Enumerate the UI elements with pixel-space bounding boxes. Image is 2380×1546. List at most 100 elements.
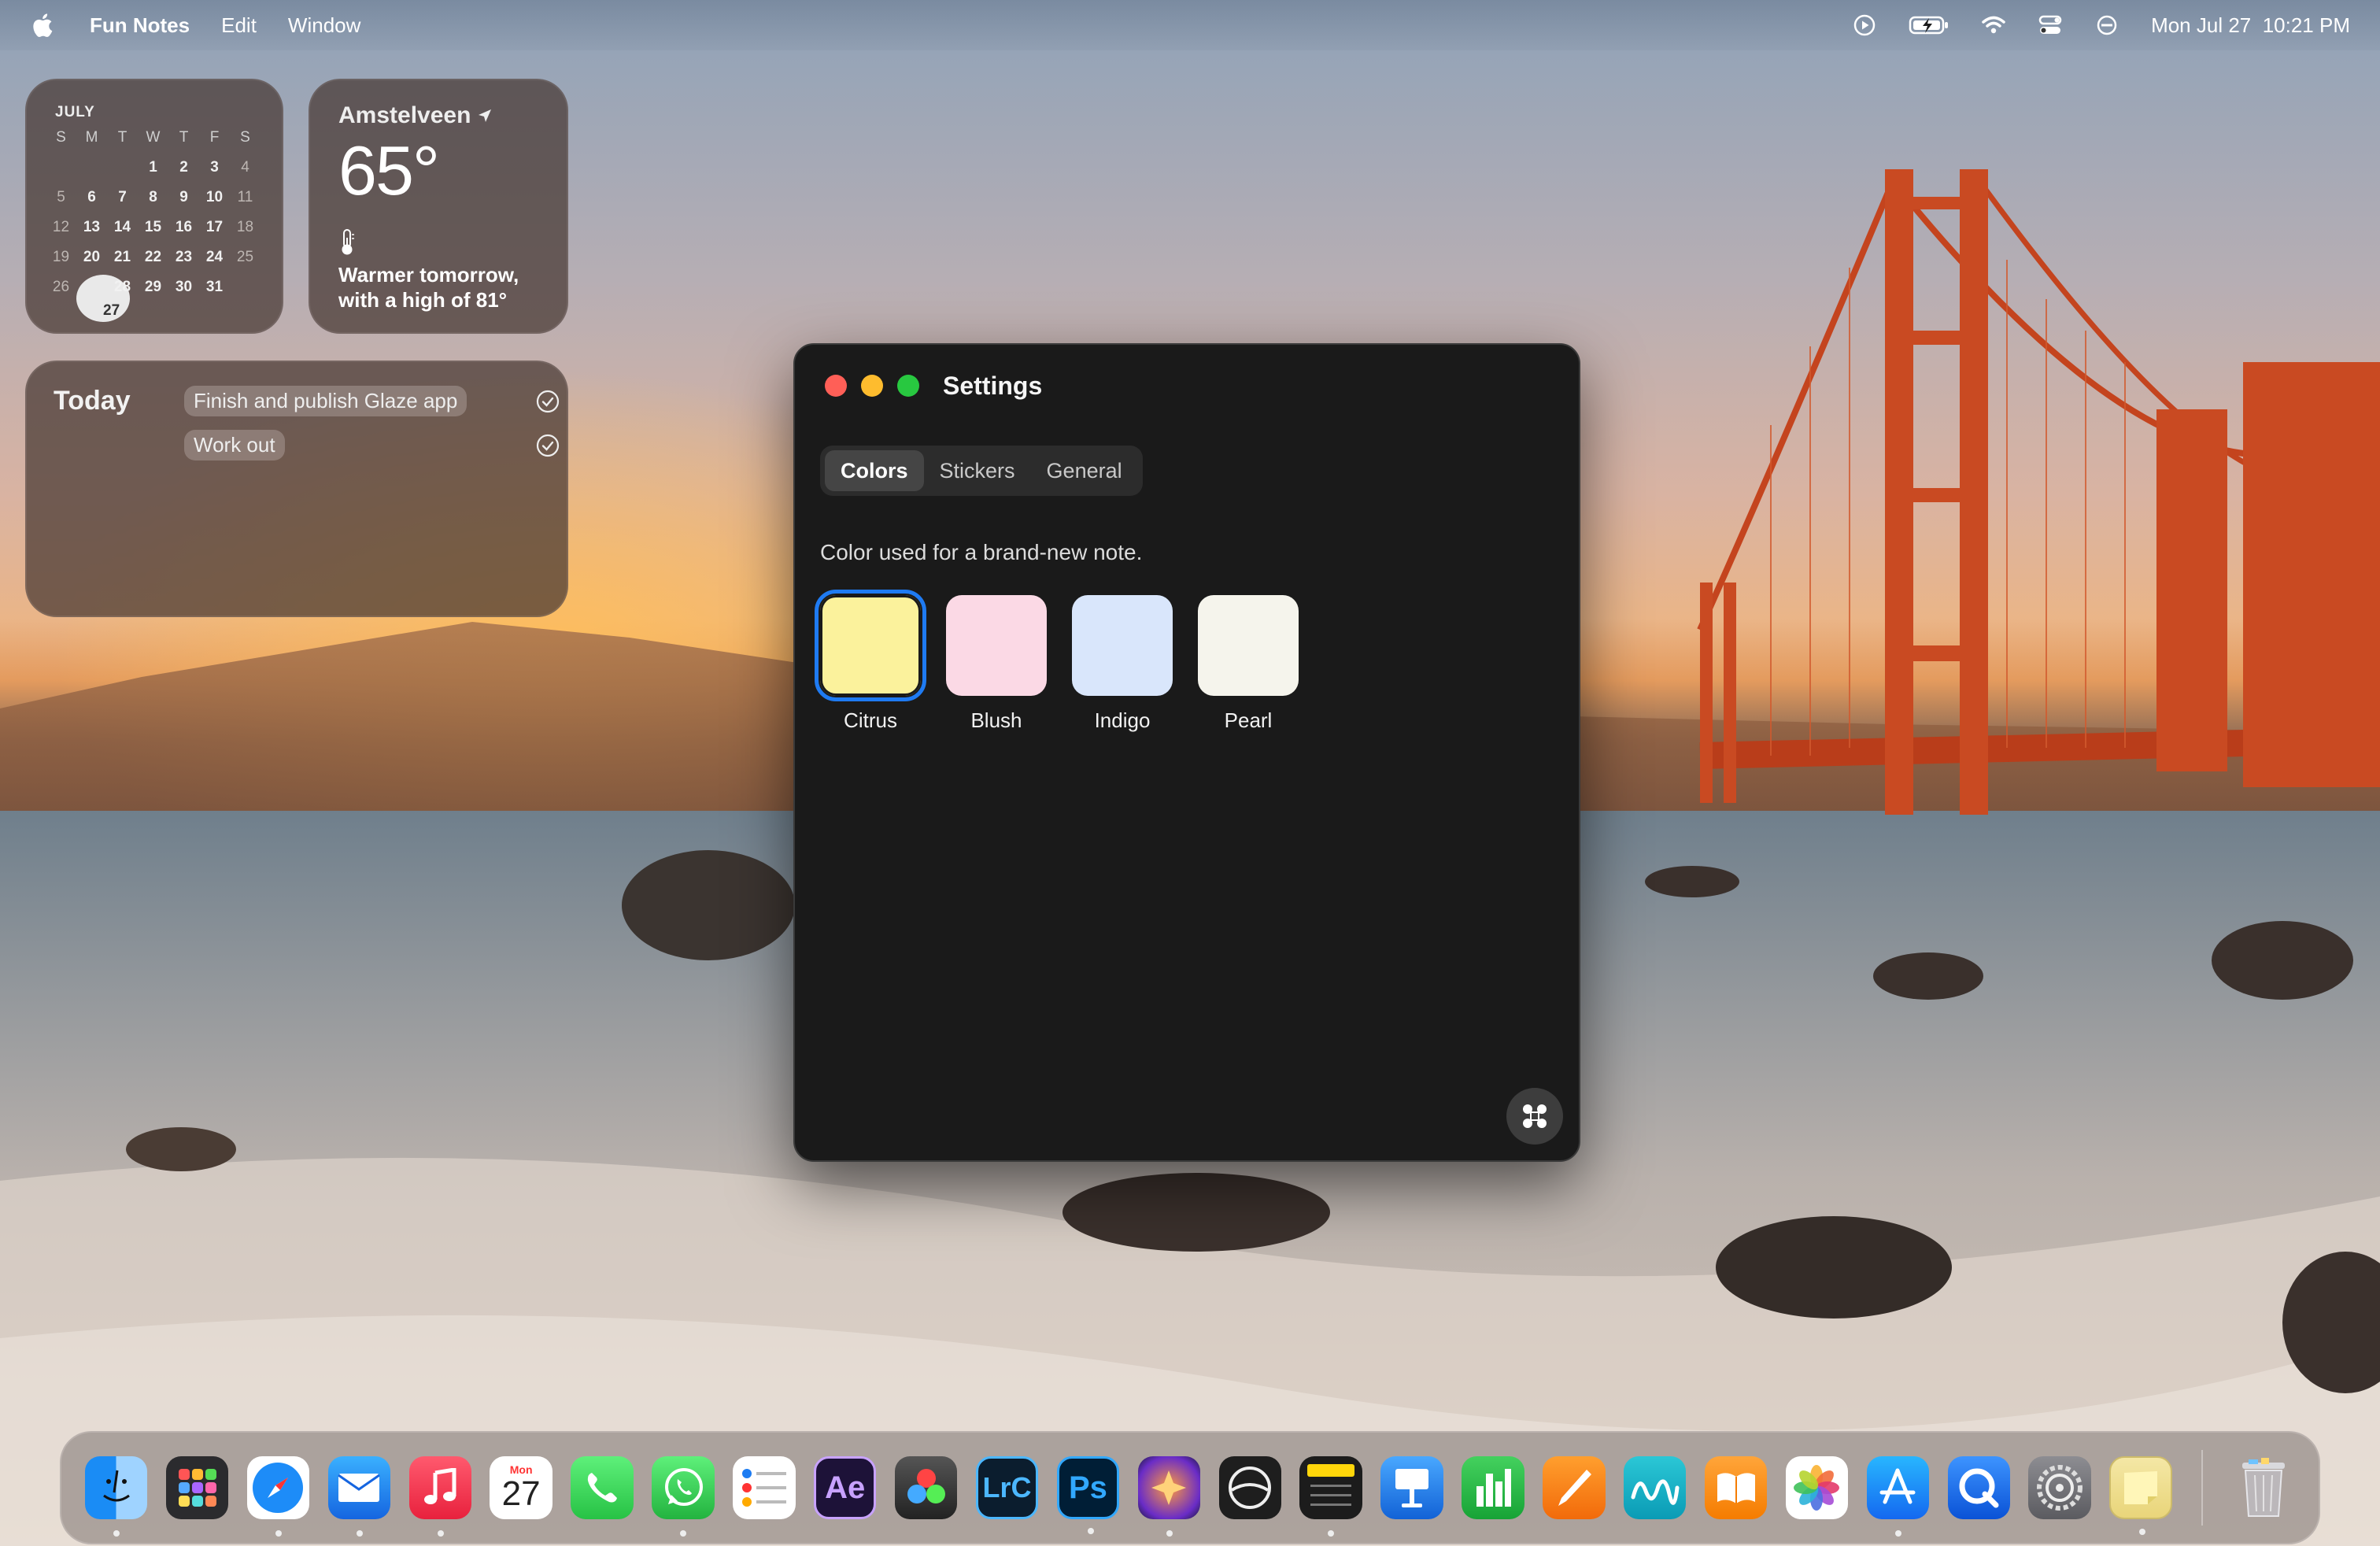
- swatch-chip[interactable]: [815, 590, 926, 701]
- menu-window[interactable]: Window: [288, 13, 360, 38]
- dock-reminders[interactable]: [733, 1456, 796, 1519]
- swatch-chip[interactable]: [1072, 595, 1173, 696]
- swatch-blush[interactable]: Blush: [946, 595, 1047, 733]
- bar-chart-icon: [1476, 1469, 1511, 1507]
- calendar-day: 3: [210, 159, 219, 176]
- swatch-chip[interactable]: [946, 595, 1047, 696]
- dock-mail[interactable]: [327, 1456, 391, 1537]
- weather-widget[interactable]: Amstelveen 65° Warmer tomorrow, with a h…: [309, 79, 568, 334]
- dock-whatsapp[interactable]: [652, 1456, 715, 1537]
- calendar-day: 7: [118, 189, 127, 205]
- reminder-item[interactable]: Work out: [184, 430, 560, 460]
- dock-after-effects[interactable]: Ae: [814, 1456, 877, 1519]
- swatch-chip[interactable]: [1198, 595, 1299, 696]
- tab-general[interactable]: General: [1031, 450, 1138, 491]
- calendar-day: 23: [175, 249, 193, 265]
- location-arrow-icon: [479, 109, 492, 122]
- color-swatches: Citrus Blush Indigo Pearl: [815, 590, 1299, 733]
- dock-freeform[interactable]: [1624, 1456, 1687, 1519]
- colors-description: Color used for a brand-new note.: [820, 540, 1143, 564]
- calendar-day: 16: [175, 219, 193, 235]
- swatch-pearl[interactable]: Pearl: [1198, 595, 1299, 733]
- calendar-day: 6: [87, 189, 96, 205]
- dock-books[interactable]: [1704, 1456, 1768, 1519]
- calendar-day: 17: [205, 219, 224, 235]
- dock-quicktime[interactable]: [1947, 1456, 2010, 1519]
- calendar-weekday: F: [209, 129, 220, 146]
- weather-city: Amstelveen: [338, 102, 471, 128]
- calendar-widget[interactable]: JULY S M T W T F S 1 2 3 4 5 6 7 8 9 10 11 12 13 14 15 16 17 18 1…: [25, 79, 283, 334]
- dock-lasso-app[interactable]: [1218, 1456, 1281, 1519]
- running-indicator: [1894, 1530, 1901, 1537]
- running-indicator: [1166, 1530, 1173, 1537]
- close-button[interactable]: [825, 375, 847, 397]
- dock-safari[interactable]: [246, 1456, 310, 1537]
- sticky-note-icon: [2124, 1471, 2158, 1504]
- dock-music[interactable]: [408, 1456, 471, 1537]
- calendar-day: 11: [237, 189, 253, 205]
- play-circle-icon[interactable]: [1852, 13, 1877, 38]
- menu-app-name[interactable]: Fun Notes: [90, 13, 190, 38]
- launchpad-grid-icon: [178, 1469, 216, 1507]
- dock-separator: [2201, 1450, 2204, 1526]
- compass-icon: [253, 1463, 304, 1513]
- tab-stickers[interactable]: Stickers: [924, 450, 1031, 491]
- apple-logo-icon[interactable]: [30, 12, 54, 39]
- reminder-item[interactable]: Finish and publish Glaze app: [184, 386, 560, 416]
- menubar-clock[interactable]: Mon Jul 27 10:21 PM: [2151, 13, 2350, 38]
- list-icon: [741, 1469, 786, 1507]
- battery-charging-icon[interactable]: [1909, 13, 1949, 38]
- swatch-citrus[interactable]: Citrus: [815, 590, 926, 733]
- control-center-icon[interactable]: [2038, 13, 2063, 38]
- reminders-widget[interactable]: Today Finish and publish Glaze app Work …: [25, 361, 568, 617]
- dock-notes-black[interactable]: [1299, 1456, 1362, 1537]
- zoom-button[interactable]: [897, 375, 919, 397]
- window-controls: [825, 375, 919, 397]
- dock-numbers[interactable]: [1462, 1456, 1524, 1519]
- move-button[interactable]: [1506, 1088, 1563, 1145]
- calendar-day: 9: [179, 189, 188, 205]
- dock-pixelmator[interactable]: [1137, 1456, 1201, 1537]
- menu-edit[interactable]: Edit: [221, 13, 257, 38]
- running-indicator: [680, 1530, 687, 1537]
- settings-tabs: Colors Stickers General: [820, 446, 1143, 496]
- swatch-indigo[interactable]: Indigo: [1072, 595, 1173, 733]
- dock-finder[interactable]: [85, 1456, 148, 1537]
- thermometer-icon: [342, 229, 354, 255]
- lightroom-label: LrC: [982, 1471, 1032, 1503]
- calendar-day: 21: [113, 249, 131, 265]
- dock-photoshop[interactable]: Ps: [1056, 1456, 1120, 1534]
- focus-icon[interactable]: [2094, 13, 2119, 38]
- calendar-day: [76, 157, 107, 178]
- checkmark-circle-icon[interactable]: [535, 433, 560, 458]
- dock-phone[interactable]: [571, 1456, 634, 1519]
- dock-system-settings[interactable]: [2028, 1456, 2091, 1519]
- running-indicator: [2139, 1529, 2146, 1535]
- dock-keynote[interactable]: [1380, 1456, 1443, 1519]
- calendar-day: 18: [236, 219, 254, 235]
- dock-lightroom-classic[interactable]: LrC: [975, 1456, 1039, 1519]
- dock-calendar[interactable]: Mon 27: [490, 1456, 552, 1519]
- dock-pages[interactable]: [1543, 1456, 1606, 1519]
- minimize-button[interactable]: [861, 375, 883, 397]
- dock-photos[interactable]: [1785, 1456, 1849, 1519]
- dock-davinci-resolve[interactable]: [894, 1456, 958, 1519]
- checkmark-circle-icon[interactable]: [535, 389, 560, 414]
- tab-colors[interactable]: Colors: [825, 450, 924, 491]
- dock-trash[interactable]: [2233, 1456, 2295, 1519]
- whatsapp-bubble-icon: [664, 1468, 703, 1506]
- dock-app-store[interactable]: [1866, 1456, 1930, 1537]
- calendar-icon-day: 27: [501, 1474, 541, 1513]
- settings-window: Settings Colors Stickers General Color u…: [793, 343, 1580, 1162]
- music-note-icon: [424, 1468, 456, 1504]
- dock-fun-notes[interactable]: [2109, 1456, 2172, 1535]
- calendar-day: 25: [236, 249, 254, 265]
- resolve-petals-icon: [907, 1469, 945, 1503]
- after-effects-label: Ae: [825, 1470, 866, 1505]
- calendar-weekday: M: [85, 129, 98, 146]
- menubar-date: Mon Jul 27: [2151, 13, 2252, 37]
- wifi-icon[interactable]: [1981, 13, 2006, 38]
- dock: Mon 27 Ae LrC Ps: [60, 1431, 2320, 1544]
- running-indicator: [437, 1530, 444, 1537]
- dock-launchpad[interactable]: [165, 1456, 229, 1519]
